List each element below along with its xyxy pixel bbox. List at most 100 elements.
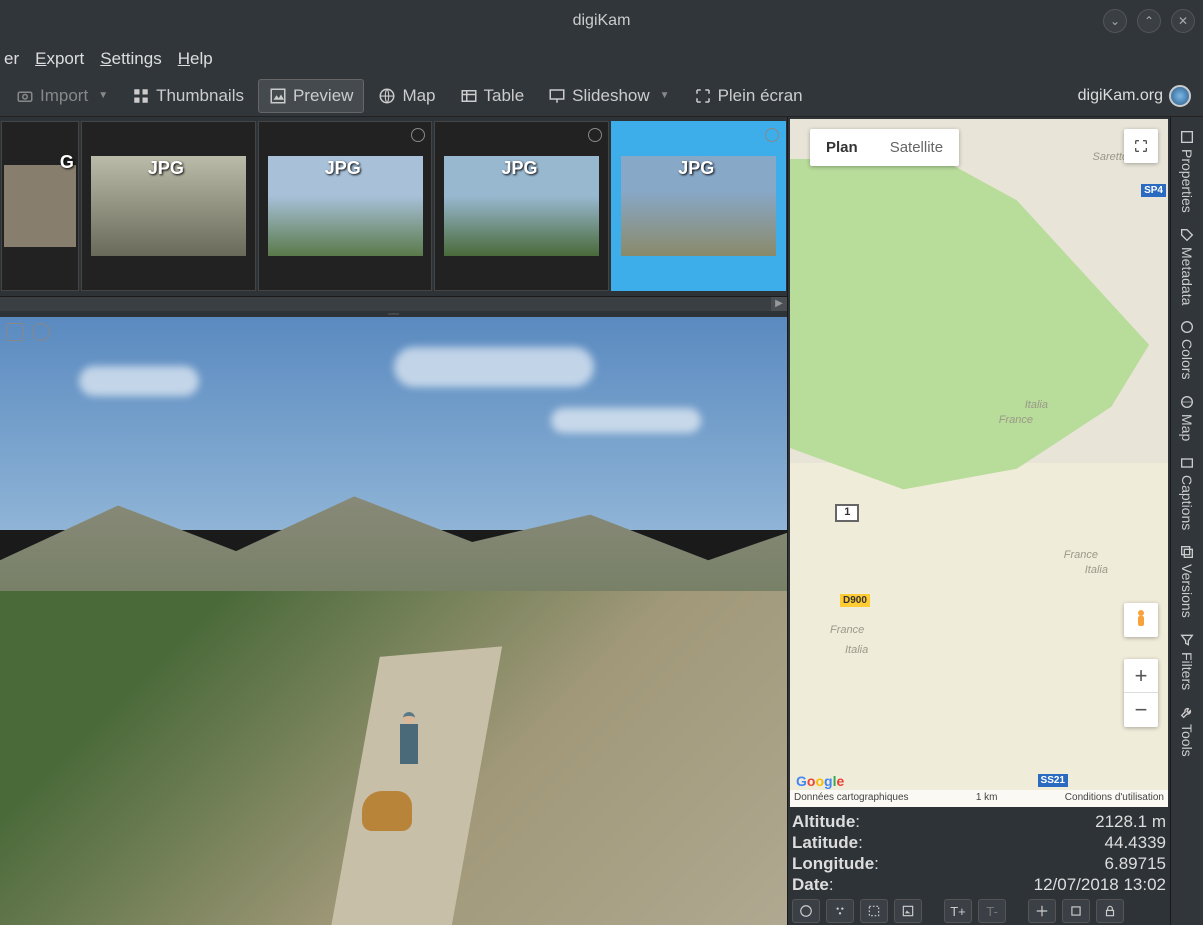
versions-icon [1179,544,1195,560]
grid-icon [132,87,150,105]
thumbnail-item[interactable]: JPG [258,121,433,291]
maximize-icon[interactable]: ⌃ [1137,9,1161,33]
palette-icon [1179,319,1195,335]
map-pan-button[interactable] [1028,899,1056,923]
filter-icon [1179,632,1195,648]
map-button[interactable]: Map [368,80,445,112]
thumbnail-item[interactable]: JPG [434,121,609,291]
map-image-button[interactable] [894,899,922,923]
map-cluster-button[interactable] [826,899,854,923]
menu-export[interactable]: EExportxport [35,49,84,69]
right-sidebar-tabs: Properties Metadata Colors Map Captions … [1170,117,1203,925]
import-button[interactable]: Import ▼ [6,80,118,112]
thumbnails-button[interactable]: Thumbnails [122,80,254,112]
tab-map[interactable]: Map [1175,388,1199,447]
caption-icon [1179,455,1195,471]
latitude-value: 44.4339 [1105,832,1166,853]
window-title: digiKam [573,12,631,30]
tab-filters[interactable]: Filters [1175,626,1199,696]
map-place-label: France [830,624,864,636]
table-button[interactable]: Table [450,80,535,112]
wrench-icon [1179,704,1195,720]
map-thumb-button[interactable] [860,899,888,923]
text-increase-button[interactable]: T+ [944,899,972,923]
move-icon [1035,904,1049,918]
map-zoom-control: + − [1124,659,1158,727]
map-attribution: Données cartographiques 1 km Conditions … [790,790,1168,807]
altitude-value: 2128.1 m [1095,811,1166,832]
tab-tools[interactable]: Tools [1175,698,1199,763]
thumbnail-item[interactable]: G [1,121,79,291]
format-badge: G [60,152,74,173]
road-badge: D900 [840,594,870,607]
thumbnail-scrollbar[interactable]: ▶ [0,297,787,311]
play-icon[interactable] [32,323,50,341]
map-place-label: Saretto [1093,151,1128,163]
thumbnail-strip: G JPG JPG JPG JPG [0,117,787,297]
map-fullscreen-button[interactable] [1124,129,1158,163]
minimize-icon[interactable]: ⌄ [1103,9,1127,33]
preview-button[interactable]: Preview [258,79,364,113]
geo-icon [588,128,602,142]
digikam-logo-icon [1169,85,1191,107]
tab-properties[interactable]: Properties [1175,123,1199,219]
table-icon [460,87,478,105]
image-icon [901,904,915,918]
globe-icon [378,87,396,105]
tab-captions[interactable]: Captions [1175,449,1199,536]
map-engine-button[interactable] [792,899,820,923]
map-terms-link[interactable]: Conditions d'utilisation [1065,792,1164,805]
map-toolbar: T+ T- [788,897,1170,925]
globe-icon [799,904,813,918]
preview-pane[interactable] [0,317,787,925]
map-widget[interactable]: Plan Satellite Saretto Italia France Fra… [790,119,1168,807]
map-plan-button[interactable]: Plan [810,129,874,166]
map-lock-button[interactable] [1096,899,1124,923]
image-icon [269,87,287,105]
text-decrease-button[interactable]: T- [978,899,1006,923]
lock-icon [1103,904,1117,918]
presentation-icon [548,87,566,105]
map-select-button[interactable] [1062,899,1090,923]
fullscreen-icon [1133,138,1149,154]
info-icon [1179,129,1195,145]
menu-leftcut[interactable]: er [4,49,19,69]
map-photo-marker[interactable]: 1 [835,504,859,522]
date-value: 12/07/2018 13:02 [1034,874,1166,895]
slideshow-button[interactable]: Slideshow ▼ [538,80,679,112]
close-icon[interactable]: ✕ [1171,9,1195,33]
toolbar: Import ▼ Thumbnails Preview Map Table Sl… [0,75,1203,117]
brand-link[interactable]: digiKam.org [1078,85,1191,107]
map-satellite-button[interactable]: Satellite [874,129,959,166]
cluster-icon [833,904,847,918]
tag-icon [1179,227,1195,243]
pegman-button[interactable] [1124,603,1158,637]
format-badge: JPG [325,158,361,179]
format-badge: JPG [678,158,714,179]
geo-info: Altitude:2128.1 m Latitude:44.4339 Longi… [788,809,1170,897]
expand-icon [694,87,712,105]
map-place-label: Italia [1085,564,1108,576]
fullscreen-button[interactable]: Plein écran [684,80,813,112]
menu-help[interactable]: Help [178,49,213,69]
format-badge: JPG [148,158,184,179]
camera-icon [16,87,34,105]
map-place-label: France [1064,549,1098,561]
tab-metadata[interactable]: Metadata [1175,221,1199,311]
bounds-icon [867,904,881,918]
menubar: er EExportxport Settings Help [0,42,1203,75]
road-badge: SP4 [1141,184,1166,197]
zoom-out-button[interactable]: − [1124,693,1158,727]
zoom-in-button[interactable]: + [1124,659,1158,693]
face-tag-icon[interactable] [6,323,24,341]
menu-settings[interactable]: Settings [100,49,161,69]
thumbnail-item[interactable]: JPG [81,121,256,291]
thumbnail-item[interactable]: JPG [611,121,786,291]
road-badge: SS21 [1038,774,1068,787]
scroll-right-icon[interactable]: ▶ [771,297,787,311]
tab-colors[interactable]: Colors [1175,313,1199,385]
select-icon [1069,904,1083,918]
globe-icon [1179,394,1195,410]
map-place-label: Italia [845,644,868,656]
tab-versions[interactable]: Versions [1175,538,1199,624]
